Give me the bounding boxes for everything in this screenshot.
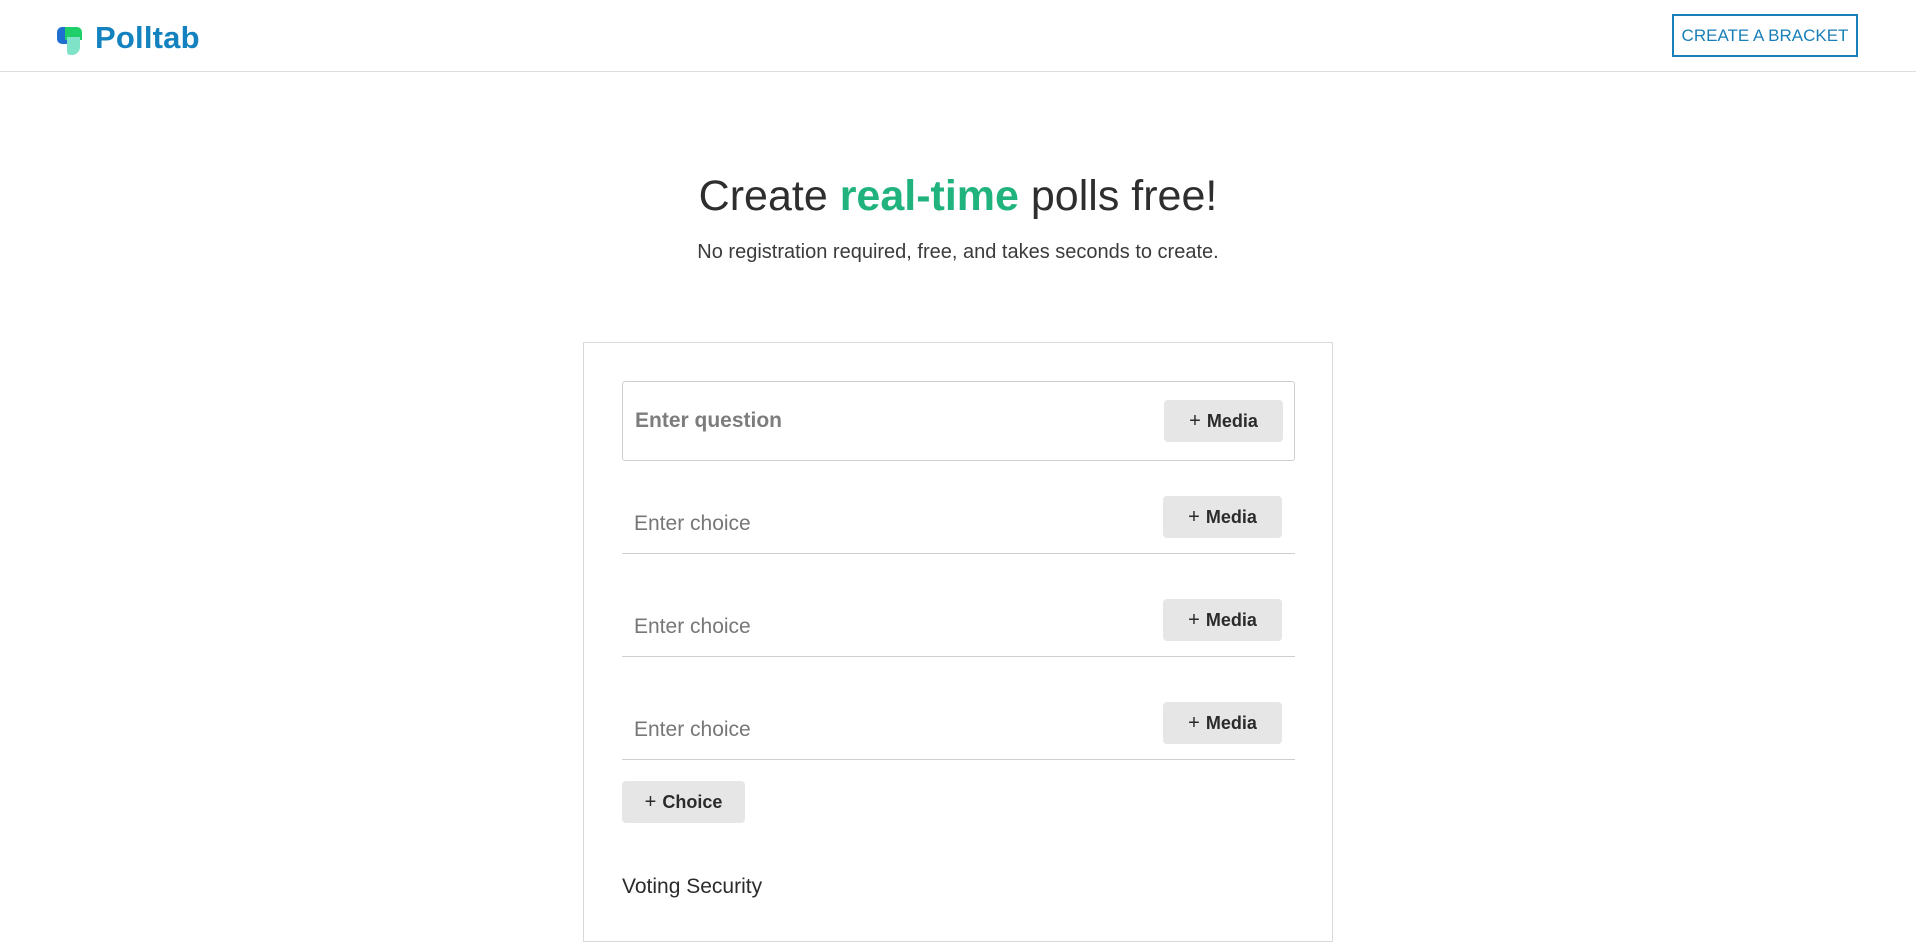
choice-input-2[interactable]: [634, 609, 1134, 645]
choice-3-media-button[interactable]: + Media: [1163, 702, 1282, 744]
create-bracket-button[interactable]: CREATE A BRACKET: [1672, 14, 1858, 57]
choice-row: + Media: [622, 599, 1295, 657]
choice-row: + Media: [622, 702, 1295, 760]
choice-input-1[interactable]: [634, 506, 1134, 542]
question-media-button[interactable]: + Media: [1164, 400, 1283, 442]
plus-icon: +: [644, 790, 657, 813]
plus-icon: +: [1189, 409, 1201, 432]
voting-security-heading: Voting Security: [622, 875, 763, 898]
page-subtitle: No registration required, free, and take…: [697, 241, 1219, 263]
title-before: Create: [698, 172, 840, 220]
polltab-logo-icon: [57, 23, 85, 55]
plus-icon: +: [1188, 711, 1200, 734]
title-after: polls free!: [1018, 172, 1218, 220]
poll-form-card: + Media + Media + Media + Media + Choice…: [583, 342, 1333, 942]
media-label: Media: [1205, 506, 1257, 527]
brand-logo-link[interactable]: Polltab: [57, 18, 200, 58]
media-label: Media: [1205, 609, 1257, 630]
choice-input-3[interactable]: [634, 712, 1134, 748]
top-header: Polltab CREATE A BRACKET: [0, 0, 1916, 72]
plus-icon: +: [1188, 505, 1200, 528]
brand-name: Polltab: [95, 20, 200, 55]
title-accent: real-time: [839, 172, 1019, 220]
media-label: Media: [1205, 712, 1257, 733]
choice-2-media-button[interactable]: + Media: [1163, 599, 1282, 641]
page-title: Create real-time polls free!: [0, 172, 1916, 221]
question-field-box: + Media: [622, 381, 1295, 461]
media-label: Media: [1206, 410, 1258, 431]
question-input[interactable]: [635, 402, 1135, 440]
plus-icon: +: [1188, 608, 1200, 631]
add-choice-label: Choice: [662, 791, 723, 812]
choice-1-media-button[interactable]: + Media: [1163, 496, 1282, 538]
add-choice-button[interactable]: + Choice: [622, 781, 745, 823]
choice-row: + Media: [622, 496, 1295, 554]
